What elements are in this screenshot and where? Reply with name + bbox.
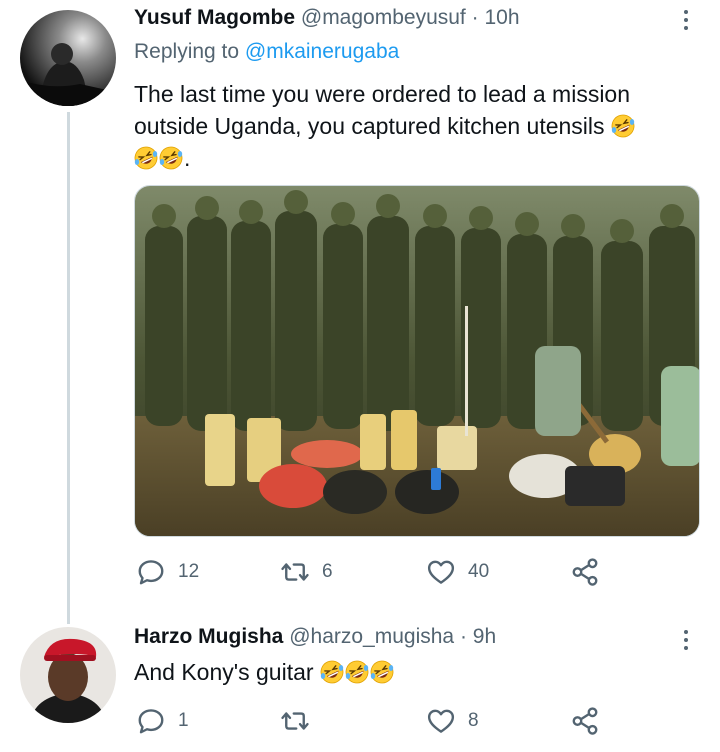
reply-button[interactable]: 12 — [136, 557, 199, 587]
laughing-emoji-icon — [611, 114, 635, 138]
replying-prefix: Replying to — [134, 40, 240, 63]
laughing-emoji-icon — [134, 146, 158, 170]
reply-icon — [136, 557, 166, 587]
tweet[interactable]: Harzo Mugisha @harzo_mugisha · 9h And Ko… — [0, 622, 720, 752]
retweet-button[interactable] — [280, 706, 322, 736]
more-options-icon[interactable] — [684, 10, 690, 30]
like-button[interactable]: 8 — [426, 706, 479, 736]
share-icon — [570, 557, 600, 587]
more-options-icon[interactable] — [684, 630, 690, 650]
tweet-text-line: The last time you were ordered to lead a… — [134, 81, 631, 107]
heart-icon — [426, 557, 456, 587]
tweet[interactable]: Yusuf Magombe @magombeyusuf · 10h Replyi… — [0, 0, 720, 622]
avatar[interactable] — [20, 627, 116, 723]
tweet-actions: 12 6 40 — [134, 557, 604, 587]
replying-to: Replying to @mkainerugaba — [134, 40, 399, 64]
tweet-header: Yusuf Magombe @magombeyusuf · 10h — [134, 6, 520, 30]
tweet-text-end: . — [184, 145, 191, 171]
avatar[interactable] — [20, 10, 116, 106]
avatar-photo — [20, 10, 116, 106]
retweet-icon — [280, 557, 310, 587]
retweet-icon — [280, 706, 310, 736]
retweet-count: 6 — [322, 561, 333, 582]
tweet-text: And Kony's guitar — [134, 656, 654, 688]
reply-count: 12 — [178, 561, 200, 582]
photo-soldiers-with-items — [135, 186, 699, 536]
like-count: 40 — [468, 561, 490, 582]
tweet-text-line: outside Uganda, you captured kitchen ute… — [134, 113, 605, 139]
mention-link[interactable]: @mkainerugaba — [245, 40, 399, 63]
separator-dot: · — [471, 6, 479, 29]
separator-dot: · — [459, 625, 467, 648]
avatar-photo — [20, 627, 116, 723]
share-icon — [570, 706, 600, 736]
share-button[interactable] — [570, 706, 600, 736]
like-button[interactable]: 40 — [426, 557, 489, 587]
laughing-emoji-icon — [370, 660, 394, 684]
retweet-button[interactable]: 6 — [280, 557, 333, 587]
tweet-text-line: And Kony's guitar — [134, 659, 314, 685]
tweet-photo[interactable] — [134, 185, 700, 537]
share-button[interactable] — [570, 557, 600, 587]
author-handle[interactable]: @harzo_mugisha — [289, 625, 454, 648]
laughing-emoji-icon — [345, 660, 369, 684]
author-name[interactable]: Harzo Mugisha — [134, 625, 283, 648]
reply-icon — [136, 706, 166, 736]
author-handle[interactable]: @magombeyusuf — [301, 6, 466, 29]
laughing-emoji-icon — [320, 660, 344, 684]
heart-icon — [426, 706, 456, 736]
tweet-actions: 1 8 — [134, 706, 604, 736]
reply-button[interactable]: 1 — [136, 706, 189, 736]
laughing-emoji-icon — [159, 146, 183, 170]
tweet-header: Harzo Mugisha @harzo_mugisha · 9h — [134, 625, 496, 649]
timestamp[interactable]: 10h — [484, 6, 519, 29]
timestamp[interactable]: 9h — [473, 625, 496, 648]
tweet-text: The last time you were ordered to lead a… — [134, 78, 694, 174]
reply-count: 1 — [178, 710, 189, 731]
author-name[interactable]: Yusuf Magombe — [134, 6, 295, 29]
like-count: 8 — [468, 710, 479, 731]
